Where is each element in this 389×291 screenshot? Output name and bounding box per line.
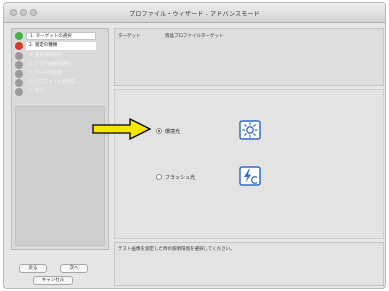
message-panel: テスト画像を測定した時の照明環境を選択してください。 (114, 242, 384, 286)
step-status-icon (15, 79, 23, 87)
step-status-icon (15, 42, 23, 50)
step-status-icon (15, 70, 23, 78)
flash-icon (239, 166, 261, 186)
flash-light-radio[interactable] (156, 174, 162, 180)
step-item[interactable]: 2. 測定の種類 (14, 42, 106, 50)
step-item[interactable]: 7. 完了 (14, 88, 106, 96)
step-item[interactable]: 6. プロファイルの作成 (14, 79, 106, 87)
target-info-panel: ターゲット 液晶プロファイルターゲット (114, 28, 384, 86)
step-item[interactable]: 3. 測定器の設定 (14, 52, 106, 60)
step-status-icon (15, 52, 23, 60)
step-label: 5. データの取得 (29, 71, 62, 76)
step-label: 7. 完了 (29, 89, 44, 94)
step-status-icon (15, 61, 23, 69)
target-header-value: 液晶プロファイルターゲット (165, 34, 224, 39)
wizard-window: プロファイル・ウィザード - アドバンスモード 1. ターゲットの選択 2. 測… (3, 2, 386, 289)
step-label: 4. テスト画像の選択 (29, 62, 71, 67)
step-status-icon (15, 32, 23, 40)
instruction-message: テスト画像を測定した時の照明環境を選択してください。 (118, 247, 235, 252)
next-button[interactable]: 次へ (60, 264, 88, 273)
window-title: プロファイル・ウィザード - アドバンスモード (129, 11, 260, 18)
step-label: 2. 測定の種類 (26, 42, 96, 50)
step-label: 6. プロファイルの作成 (29, 80, 76, 85)
step-item[interactable]: 4. テスト画像の選択 (14, 61, 106, 69)
flash-light-label[interactable]: フラッシュ光 (165, 174, 195, 181)
step-item[interactable]: 5. データの取得 (14, 70, 106, 78)
measurement-options-panel: 環境光 フラッシュ光 (114, 89, 384, 239)
ambient-light-label[interactable]: 環境光 (165, 128, 180, 135)
target-header-label: ターゲット (118, 34, 141, 39)
cancel-button[interactable]: キャンセル (33, 276, 73, 285)
ambient-light-radio[interactable] (156, 128, 162, 134)
back-button[interactable]: 戻る (19, 264, 47, 273)
step-label: 1. ターゲットの選択 (26, 32, 96, 40)
ambient-light-icon (239, 120, 261, 140)
step-status-icon (15, 88, 23, 96)
title-bar: プロファイル・ウィザード - アドバンスモード (4, 3, 385, 23)
step-item[interactable]: 1. ターゲットの選択 (14, 32, 106, 40)
yellow-pointer-arrow-icon (92, 118, 152, 140)
step-label: 3. 測定器の設定 (29, 53, 62, 58)
